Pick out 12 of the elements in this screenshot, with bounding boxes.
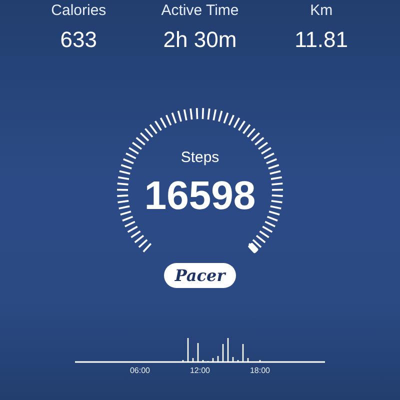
logo-badge: Pacer <box>164 263 236 288</box>
stat-label: Calories <box>51 2 106 19</box>
stat-value: 633 <box>60 27 98 53</box>
time-label: 18:00 <box>250 366 270 375</box>
steps-count: 16598 <box>144 174 256 219</box>
stat-label: Km <box>310 2 333 19</box>
steps-label: Steps <box>180 149 220 166</box>
stat-label: Active Time <box>161 2 239 19</box>
time-label: 12:00 <box>190 366 210 375</box>
time-label: 06:00 <box>130 366 150 375</box>
stat-value: 2h 30m <box>163 27 237 53</box>
stat-value: 11.81 <box>294 27 348 53</box>
